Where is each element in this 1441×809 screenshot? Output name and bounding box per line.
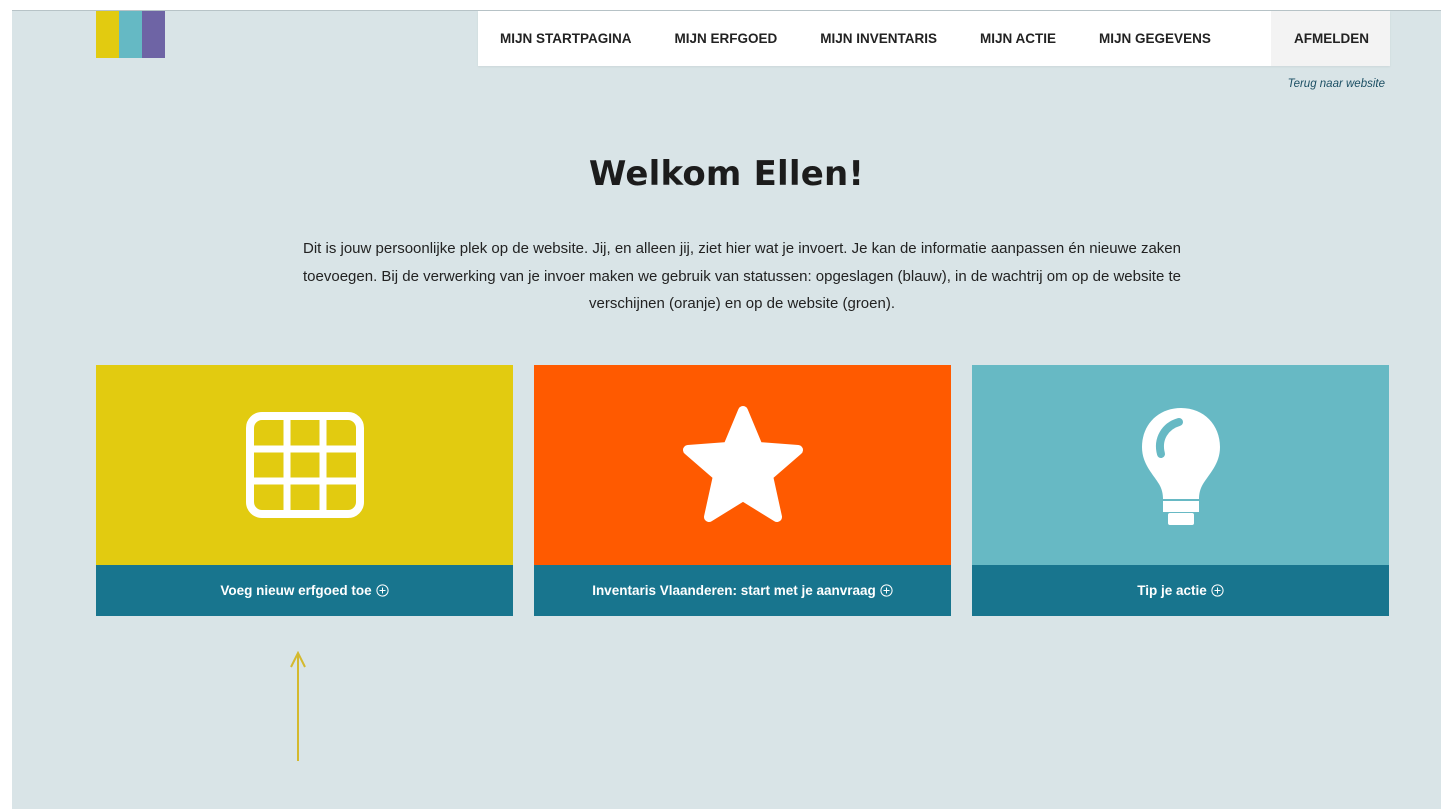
plus-circle-icon	[880, 584, 893, 597]
card-label: Inventaris Vlaanderen: start met je aanv…	[592, 583, 876, 598]
back-to-website-link[interactable]: Terug naar website	[1288, 78, 1385, 90]
site-logo[interactable]	[96, 11, 165, 58]
tip-action-card[interactable]: Tip je actie	[972, 365, 1389, 616]
nav-item-inventaris[interactable]: MIJN INVENTARIS	[820, 11, 937, 66]
nav-item-actie[interactable]: MIJN ACTIE	[980, 11, 1056, 66]
card-visual	[534, 365, 951, 565]
nav-item-erfgoed[interactable]: MIJN ERFGOED	[675, 11, 778, 66]
page-background: MIJN STARTPAGINA MIJN ERFGOED MIJN INVEN…	[12, 10, 1441, 809]
plus-circle-icon	[376, 584, 389, 597]
card-visual	[96, 365, 513, 565]
grid-icon	[245, 412, 364, 518]
lightbulb-icon	[1141, 408, 1220, 525]
nav-item-startpagina[interactable]: MIJN STARTPAGINA	[500, 11, 632, 66]
add-heritage-card[interactable]: Voeg nieuw erfgoed toe	[96, 365, 513, 616]
logo-stripe-purple	[142, 11, 165, 58]
card-footer[interactable]: Inventaris Vlaanderen: start met je aanv…	[534, 565, 951, 616]
card-visual	[972, 365, 1389, 565]
card-label: Tip je actie	[1137, 583, 1207, 598]
intro-text: Dit is jouw persoonlijke plek op de webs…	[303, 240, 1181, 312]
card-footer[interactable]: Voeg nieuw erfgoed toe	[96, 565, 513, 616]
logo-stripe-yellow	[96, 11, 119, 58]
card-footer[interactable]: Tip je actie	[972, 565, 1389, 616]
main-nav: MIJN STARTPAGINA MIJN ERFGOED MIJN INVEN…	[478, 11, 1390, 66]
star-icon	[682, 406, 803, 522]
up-arrow-annotation-icon	[290, 651, 306, 761]
plus-circle-icon	[1211, 584, 1224, 597]
nav-item-gegevens[interactable]: MIJN GEGEVENS	[1099, 11, 1211, 66]
inventory-request-card[interactable]: Inventaris Vlaanderen: start met je aanv…	[534, 365, 951, 616]
logout-button[interactable]: AFMELDEN	[1271, 11, 1390, 66]
page-title: Welkom Ellen!	[588, 154, 865, 194]
card-label: Voeg nieuw erfgoed toe	[220, 583, 372, 598]
logo-stripe-teal	[119, 11, 142, 58]
